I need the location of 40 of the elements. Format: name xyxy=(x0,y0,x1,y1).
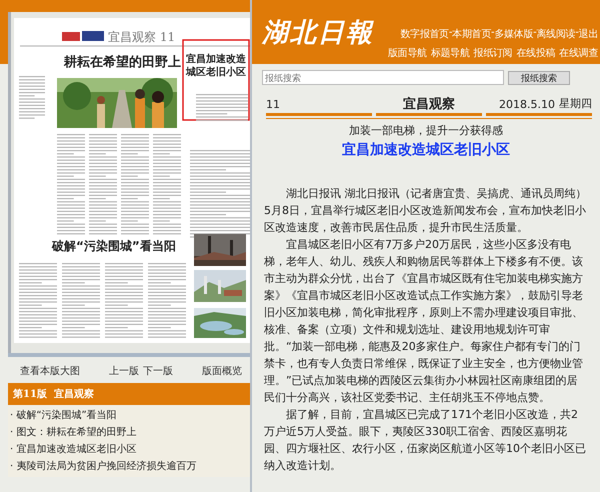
article-paragraph: 湖北日报讯 湖北日报讯（记者唐宜贵、吴搞虎、通讯员周纯）5月8日，宜昌举行城区老旧小区改造新闻发布会，宣布加快老旧小区改造速度，改善市民居住品质，提升市民生活质量。 xyxy=(264,186,588,236)
header-link[interactable]: 多媒体版 xyxy=(494,26,534,40)
section-title: 宜昌观察 11 xyxy=(108,30,176,44)
highlight-headline: 城区老旧小区 xyxy=(186,67,246,78)
header-link[interactable]: 数字报首页 xyxy=(400,26,449,40)
article-paragraph: 宜昌城区老旧小区有7万多户20万居民，这些小区多没有电梯，老年人、幼儿、残疾人和购物居民等群体上下楼多有不便。该市主动为群众分忧，出台了《宜昌市城区既有住宅加装电梯实施方案》《宜昌市城区老旧小区改造试点工作实施方案》，鼓励引导老旧小区加装电梯，简化审批程序，原则上不需办理建设项目审批、核准、备案（立项）文件和规划选址、建设用地规划许可审批。“加装一部电梯，能惠及20多家住户。每家住户都有专门的门禁卡，也有专人负责日常维保，既保证了业主安全，也方便物业管理。”已试点加装电梯的西陵区云集街办小林园社区南康组团的居民们十分高兴，该社区党委书记、主任胡兆玉不停地点赞。 xyxy=(264,237,584,406)
section-name: 宜昌观察 xyxy=(402,96,456,111)
link-separator: - xyxy=(491,26,494,40)
search-field[interactable]: 报纸搜索 xyxy=(262,70,504,85)
section-bar: 第11版 宜昌观察 xyxy=(8,383,250,405)
search-button[interactable]: 报纸搜索 xyxy=(508,70,570,84)
link-separator: - xyxy=(448,26,452,38)
header-link[interactable]: 本期首页 xyxy=(452,26,492,40)
highlight-headline: 宜昌加速改造 xyxy=(186,54,246,65)
article-link[interactable]: · 图文：耕耘在希望的田野上 xyxy=(10,425,248,439)
header-link[interactable]: 离线阅读 xyxy=(536,26,576,40)
header-link[interactable]: 退出 xyxy=(578,26,598,40)
article-link[interactable]: · 夷陵司法局为贫困户挽回经济损失逾百万 xyxy=(10,459,248,473)
newspaper-logo: 湖北日報 xyxy=(262,16,374,50)
issue-date: 2018.5.10 xyxy=(499,98,555,111)
article-link[interactable]: · 破解“污染围城”看当阳 xyxy=(10,408,248,422)
link-separator: - xyxy=(533,26,536,40)
view-large-link[interactable]: 查看本版大图 xyxy=(20,364,80,378)
nav-link[interactable]: 报纸订阅 xyxy=(474,46,512,60)
weekday: 星期四 xyxy=(559,96,592,111)
article-link[interactable]: · 宜昌加速改造城区老旧小区 xyxy=(10,442,248,456)
page-overview-link[interactable]: 版面概览 xyxy=(202,364,242,378)
prev-page-link[interactable]: 上一版 xyxy=(109,364,139,378)
nav-link[interactable]: 在线调查 xyxy=(559,46,598,60)
article-paragraph: 据了解，目前，宜昌城区已完成了171个老旧小区改造，共2万户近5万人受益。眼下，夷陵区330职工宿舍、西陵区嘉明花园、四方堰社区、农行小区，伍家岗区航道小区等10个老旧小区已纳入改造计划。 xyxy=(264,407,587,474)
article-title: 宜昌加速改造城区老旧小区 xyxy=(341,141,511,159)
nav-link[interactable]: 在线投稿 xyxy=(516,46,556,60)
next-page-link[interactable]: 下一版 xyxy=(143,364,173,378)
nav-link[interactable]: 标题导航 xyxy=(430,46,470,60)
page-number: 11 xyxy=(266,97,281,111)
link-separator: - xyxy=(575,26,579,38)
nav-link[interactable]: 版面导航 xyxy=(388,46,427,60)
headline: 破解“污染围城”看当阳 xyxy=(52,239,176,253)
article-subtitle: 加装一部电梯，提升一分获得感 xyxy=(348,123,504,138)
headline: 耕耘在希望的田野上 xyxy=(64,55,181,70)
